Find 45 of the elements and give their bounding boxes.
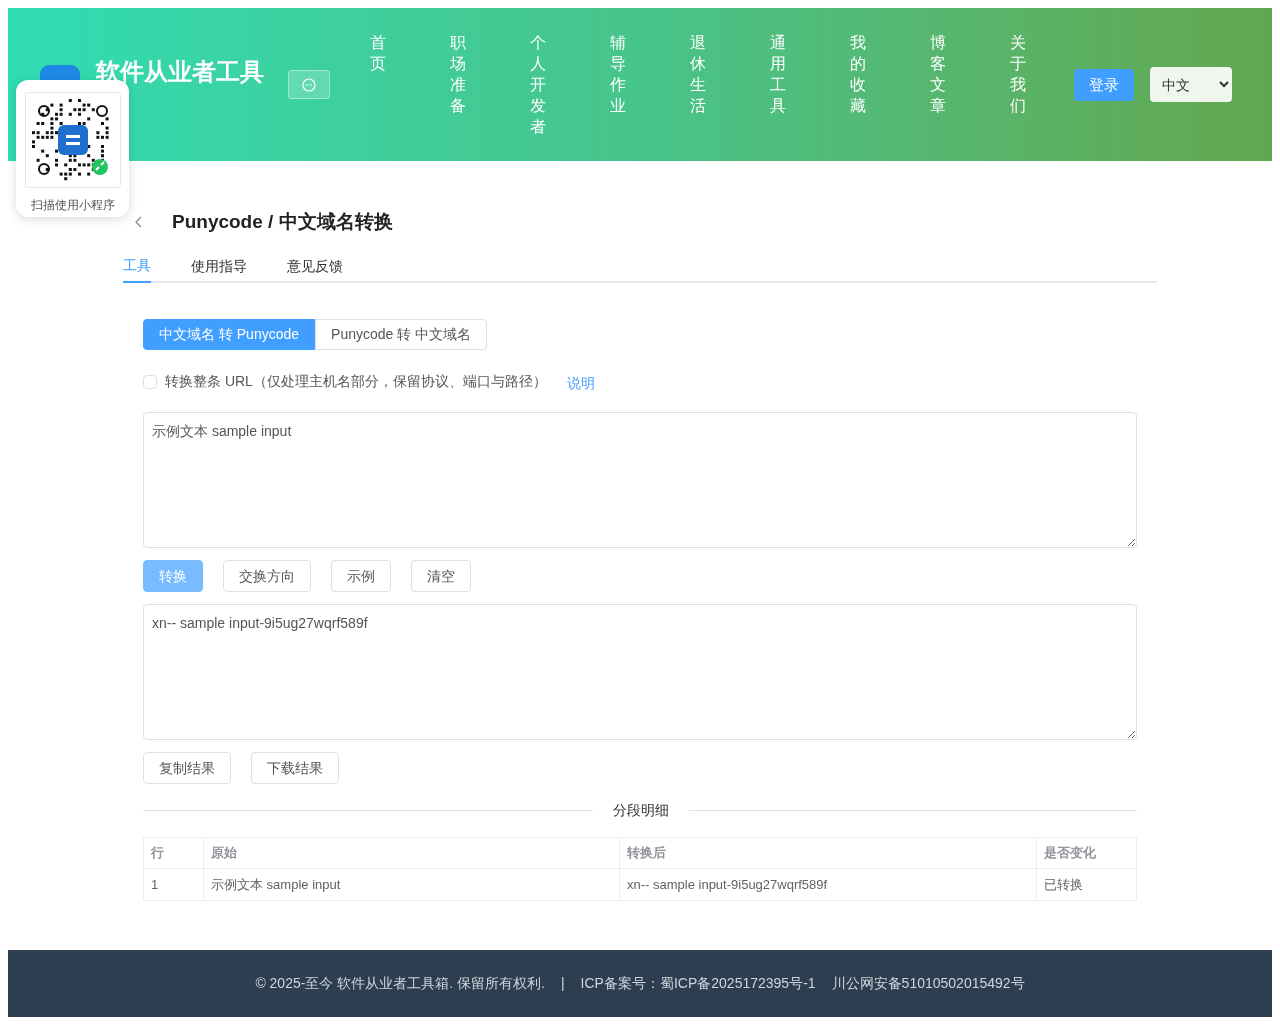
nav-link[interactable]: 个人开发者 [530,32,610,137]
nav-link[interactable]: 通用工具 [770,32,850,137]
tab[interactable]: 使用指导 [191,250,247,283]
action-button[interactable]: 交换方向 [223,560,311,592]
tab[interactable]: 意见反馈 [287,250,343,283]
mode-toggle[interactable]: Punycode 转 中文域名 [315,319,488,350]
mode-toggle[interactable]: 中文域名 转 Punycode [143,319,316,350]
action-button[interactable]: 清空 [411,560,471,592]
login-button[interactable]: 登录 [1074,69,1134,101]
column-header: 行 [143,837,204,869]
result-button[interactable]: 复制结果 [143,752,231,784]
back-icon[interactable] [135,216,143,228]
url-checkbox[interactable] [143,374,157,389]
logo-icon [40,65,80,80]
result-button[interactable]: 下载结果 [251,752,339,784]
table-cell: xn-- sample input-9i5ug27wqrf589f [619,868,1037,901]
table-cell: 示例文本 sample input [203,868,620,901]
section-title: 分段明细 [613,801,669,820]
action-button[interactable]: 示例 [331,560,391,592]
column-header: 是否变化 [1036,837,1137,869]
page-title: Punycode / 中文域名转换 [172,209,393,234]
nav-link[interactable]: 辅导作业 [610,32,690,137]
output-field[interactable]: xn-- sample input-9i5ug27wqrf589f [143,604,1137,740]
help-link[interactable]: 说明 [566,373,595,394]
table-cell: 1 [143,868,204,901]
nav-link[interactable]: 职场准备 [450,32,530,137]
qr-caption: 扫描使用小程序 [30,197,115,214]
chat-icon [302,77,316,92]
nav-link[interactable]: 退休生活 [690,32,770,137]
language-select[interactable]: 中文 [1150,67,1232,102]
nav-link[interactable]: 首页 [370,32,450,137]
tab[interactable]: 工具 [123,250,151,283]
chat-button[interactable] [288,70,330,99]
action-button[interactable]: 转换 [143,560,203,592]
column-header: 原始 [203,837,620,869]
footer-separator: | [560,974,565,993]
input-field[interactable]: 示例文本 sample input [143,412,1137,548]
icp-link[interactable]: ICP备案号：蜀ICP备2025172395号-1 [580,973,816,994]
police-record-link[interactable]: 川公网安备51010502015492号 [831,973,1025,994]
nav-link[interactable]: 我的收藏 [850,32,930,137]
column-header: 转换后 [619,837,1037,869]
copyright-text: © 2025-至今 软件从业者工具箱. 保留所有权利. [255,974,545,993]
table-cell: 已转换 [1036,868,1137,901]
url-option-label: 转换整条 URL（仅处理主机名部分，保留协议、端口与路径） [165,372,547,391]
nav-link[interactable]: 博客文章 [930,32,1010,137]
